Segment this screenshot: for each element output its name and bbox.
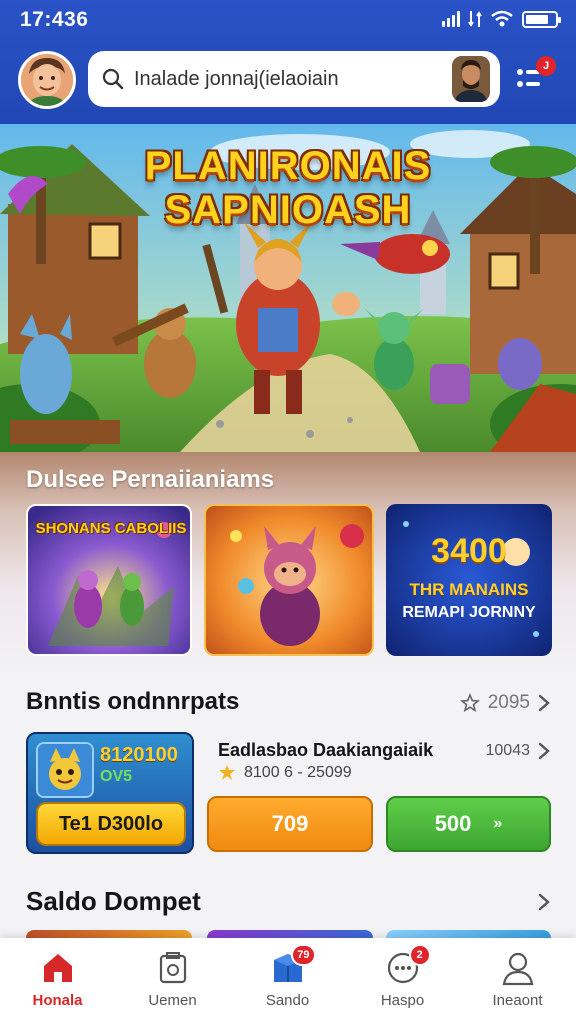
search-input[interactable] [134,67,434,91]
bottom-nav: Honala Uemen 79 Sando 2 Haspo Ineaont [0,938,576,1024]
featured-card-value: 3400 [431,532,507,570]
offer-more[interactable]: 10043 [486,742,551,760]
offer-meta-text: 8100 6 - 25099 [244,764,352,781]
wifi-icon [491,10,513,27]
chevron-right-icon [538,742,550,760]
status-icons [442,10,561,28]
menu-button[interactable]: J [514,56,556,98]
app-header: 17:436 Inalade jonnaj(ielaoiain J [0,0,576,124]
nav-label: Ineaont [492,992,543,1009]
status-time: 17:436 [20,8,89,31]
bonus-section-title: Bnntis ondnnrpats [26,688,240,715]
price-button-green-label: 500 [434,811,472,836]
hero-title-line1: PLANIRONAIS [144,144,432,188]
bonus-section-more[interactable]: 2095 [459,692,550,714]
featured-card-subtitle: REMAPI JORNNY [402,604,536,621]
chevron-right-icon[interactable] [538,893,550,911]
star-icon [459,693,480,713]
featured-card[interactable]: 3400 THR MANAINS REMAPI JORNNY [386,504,552,656]
featured-card[interactable] [204,504,374,656]
bonus-amount: 8120100 [100,744,178,766]
nav-badge: 2 [408,944,431,966]
hero-title-line2: SAPNIOASH [164,188,412,232]
chat-icon: 2 [383,944,431,988]
offer-count: 10043 [485,742,531,759]
offer-meta: 8100 6 - 25099 [218,764,352,782]
nav-item-gift[interactable]: Uemen [115,938,230,1024]
coin-icon [219,765,235,780]
price-button-orange[interactable]: 709 [207,796,373,852]
bonus-section-count: 2095 [487,692,530,713]
hero-banner[interactable]: PLANIRONAIS SAPNIOASH [0,124,576,452]
featured-card-artwork [206,506,372,654]
bonus-card[interactable]: 8120100 OV5 Te1 D300lo [26,732,194,854]
nav-label: Uemen [148,992,197,1009]
notification-badge: J [536,56,556,76]
signal-icon [442,11,460,27]
gift-icon [153,948,193,988]
nav-item-profile[interactable]: Ineaont [460,938,575,1024]
search-bar[interactable] [88,51,500,107]
battery-icon [522,10,561,28]
user-avatar[interactable] [18,51,76,109]
offer-title: Eadlasbao Daakiangaiaik [218,740,434,760]
nav-label: Haspo [380,992,425,1009]
nav-item-wallet[interactable]: 79 Sando [230,938,345,1024]
nav-item-home[interactable]: Honala [0,938,115,1024]
search-avatar[interactable] [452,56,490,102]
nav-label: Honala [32,992,83,1009]
profile-icon [498,948,538,988]
double-arrow-icon: » [493,815,503,832]
nav-item-chat[interactable]: 2 Haspo [345,938,460,1024]
featured-card-title: THR MANAINS [409,580,529,599]
saldo-section-title: Saldo Dompet [26,886,201,916]
home-icon [38,948,78,988]
chevron-right-icon [538,694,550,712]
network-icon [468,11,482,27]
bonus-character-icon [36,742,94,798]
featured-section-title: Dulsee Pernaiianiams [26,466,275,493]
search-icon [102,68,124,90]
nav-badge: 79 [291,944,316,966]
featured-card[interactable]: SHONANS CABOLIIS [26,504,192,656]
featured-card-title: SHONANS CABOLIIS [35,520,187,537]
bonus-claim-button[interactable]: Te1 D300lo [36,802,186,846]
nav-label: Sando [265,992,310,1009]
bonus-subtitle: OV5 [100,768,133,785]
price-button-green[interactable]: 500 » [386,796,551,852]
wallet-icon: 79 [268,944,316,988]
